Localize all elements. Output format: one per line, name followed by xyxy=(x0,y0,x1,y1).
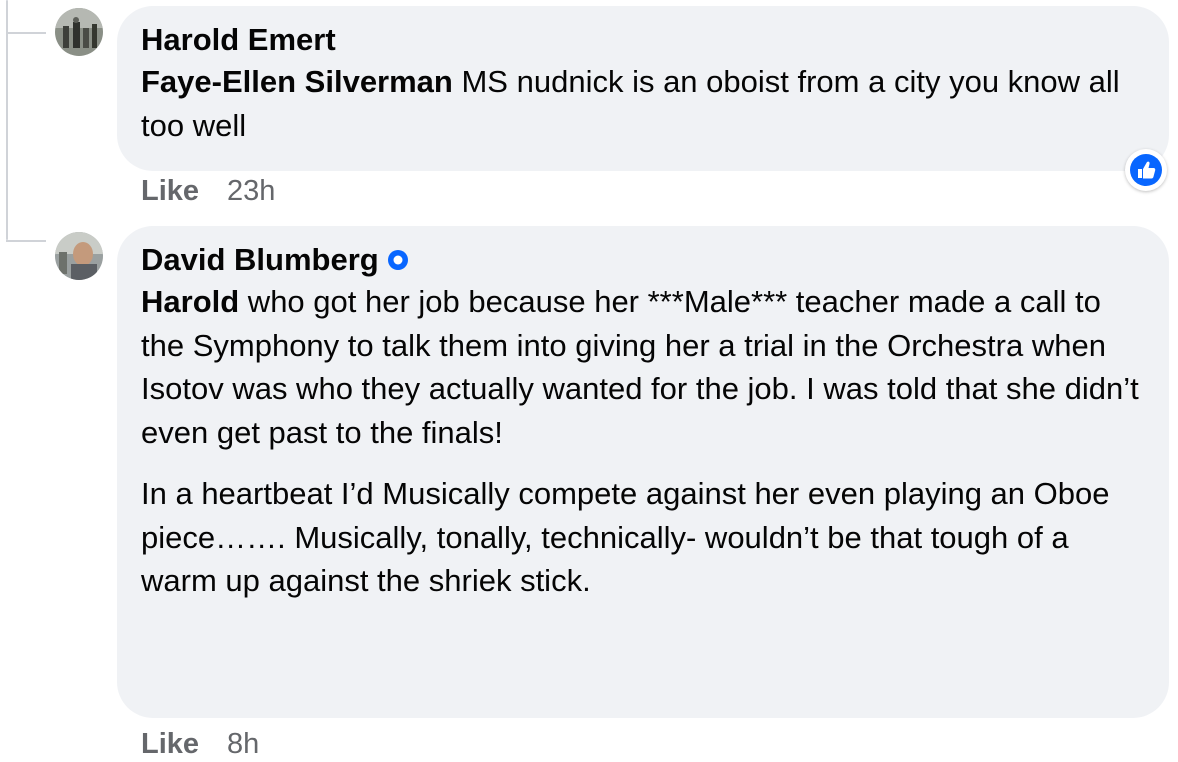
like-reaction-icon[interactable] xyxy=(1125,149,1167,191)
comment-text: Faye-Ellen Silverman MS nudnick is an ob… xyxy=(141,60,1145,147)
like-button[interactable]: Like xyxy=(141,728,199,761)
verified-badge-icon xyxy=(387,250,408,270)
comment-bubble: Harold Emert Faye-Ellen Silverman MS nud… xyxy=(117,6,1169,171)
comment-author[interactable]: David Blumberg xyxy=(141,240,409,280)
comment-actions: Like 8h xyxy=(141,728,259,761)
author-name[interactable]: Harold Emert xyxy=(141,20,336,60)
harold-emert-avatar-image xyxy=(55,8,103,56)
comment-timestamp[interactable]: 23h xyxy=(227,175,275,208)
thread-connector-line xyxy=(6,0,8,240)
comment-bubble: David Blumberg Harold who got her job be… xyxy=(117,226,1169,718)
comment-author[interactable]: Harold Emert xyxy=(141,20,336,60)
author-name[interactable]: David Blumberg xyxy=(141,240,379,280)
mention-link[interactable]: Faye-Ellen Silverman xyxy=(141,64,453,99)
avatar[interactable] xyxy=(55,232,103,280)
thread-connector-elbow xyxy=(6,32,46,34)
thumbs-up-icon xyxy=(1130,154,1162,186)
like-button[interactable]: Like xyxy=(141,175,199,208)
comment-body: who got her job because her ***Male*** t… xyxy=(141,284,1139,450)
comment-text: Harold who got her job because her ***Ma… xyxy=(141,280,1145,603)
thread-connector-elbow xyxy=(6,240,46,242)
avatar[interactable] xyxy=(55,8,103,56)
comment-actions: Like 23h xyxy=(141,175,275,208)
comment-body-paragraph: In a heartbeat I’d Musically compete aga… xyxy=(141,476,1110,598)
mention-link[interactable]: Harold xyxy=(141,284,239,319)
david-blumberg-avatar-image xyxy=(55,232,103,280)
comment-timestamp[interactable]: 8h xyxy=(227,728,259,761)
